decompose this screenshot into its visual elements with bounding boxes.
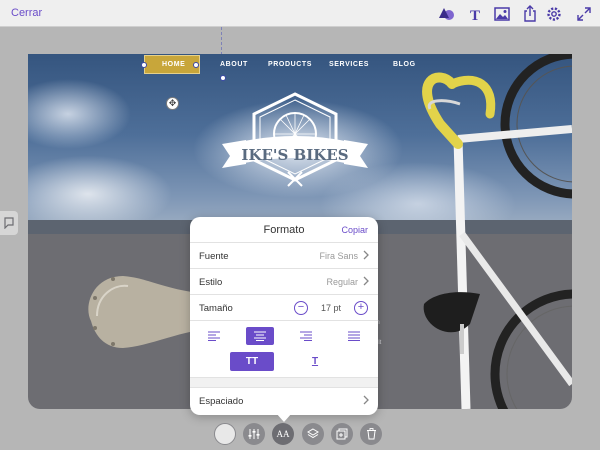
color-swatch-button[interactable] (214, 423, 236, 445)
align-left-button[interactable] (200, 327, 228, 345)
nav-services[interactable]: SERVICES (329, 61, 369, 68)
side-panel-tab[interactable] (0, 211, 18, 235)
align-center-icon (254, 331, 266, 341)
font-row[interactable]: Fuente Fira Sans (190, 243, 378, 269)
layers-icon (307, 428, 319, 439)
svg-text:T: T (470, 8, 480, 22)
nav-products[interactable]: PRODUCTS (268, 61, 312, 68)
align-justify-icon (348, 331, 360, 341)
format-panel-header: Formato Copiar (190, 217, 378, 243)
uppercase-button[interactable]: TT (230, 352, 274, 371)
alignment-group (190, 321, 378, 351)
duplicate-button[interactable] (331, 423, 353, 445)
selection-handle-left[interactable] (141, 62, 147, 68)
top-toolbar: Cerrar T (0, 0, 600, 27)
trash-icon (366, 428, 376, 440)
size-value: 17 pt (321, 303, 342, 313)
spacing-row[interactable]: Espaciado (190, 388, 378, 414)
shape-icon[interactable] (438, 5, 455, 22)
logo-text: IKE'S BIKES (241, 146, 348, 164)
nav-about[interactable]: ABOUT (220, 61, 248, 68)
font-format-button[interactable]: AA (272, 423, 294, 445)
nav-home[interactable]: HOME (162, 61, 185, 68)
align-right-button[interactable] (292, 327, 320, 345)
size-label: Tamaño (199, 303, 233, 314)
underline-button[interactable]: T (306, 352, 324, 371)
font-format-icon: AA (276, 429, 290, 439)
alignment-guide (221, 27, 222, 55)
popover-arrow (276, 413, 292, 422)
align-right-icon (300, 331, 312, 341)
size-decrease-button[interactable]: − (294, 301, 308, 315)
copy-button[interactable]: Copiar (341, 225, 368, 235)
share-icon[interactable] (521, 5, 538, 22)
spacing-label: Espaciado (199, 396, 244, 407)
settings-icon[interactable] (545, 5, 562, 22)
move-icon[interactable]: ✥ (166, 97, 179, 110)
align-justify-button[interactable] (340, 327, 368, 345)
image-icon[interactable] (493, 5, 510, 22)
text-icon[interactable]: T (466, 5, 483, 22)
selection-handle-bottom[interactable] (220, 75, 226, 81)
close-button[interactable]: Cerrar (11, 7, 42, 19)
adjust-button[interactable] (243, 423, 265, 445)
comment-icon (4, 217, 14, 229)
align-center-button[interactable] (246, 327, 274, 345)
chevron-right-icon (363, 250, 369, 260)
chevron-right-icon (363, 395, 369, 405)
size-row: Tamaño − 17 pt + (190, 295, 378, 321)
section-separator (190, 378, 378, 388)
selection-handle-right[interactable] (193, 62, 199, 68)
font-value: Fira Sans (319, 251, 358, 261)
format-panel: Formato Copiar Fuente Fira Sans Estilo R… (190, 217, 378, 415)
expand-icon[interactable] (575, 5, 592, 22)
style-label: Estilo (199, 277, 223, 288)
layers-button[interactable] (302, 423, 324, 445)
bicycle-illustration (422, 54, 572, 409)
align-left-icon (208, 331, 220, 341)
adjust-icon (248, 429, 260, 439)
chevron-right-icon (363, 276, 369, 286)
text-case-group: TT T (190, 351, 378, 378)
nav-blog[interactable]: BLOG (393, 61, 416, 68)
duplicate-icon (336, 428, 348, 440)
font-label: Fuente (199, 251, 229, 262)
delete-button[interactable] (360, 423, 382, 445)
style-value: Regular (326, 277, 358, 287)
ikes-bikes-logo: IKE'S BIKES (218, 92, 372, 207)
style-row[interactable]: Estilo Regular (190, 269, 378, 295)
size-increase-button[interactable]: + (354, 301, 368, 315)
